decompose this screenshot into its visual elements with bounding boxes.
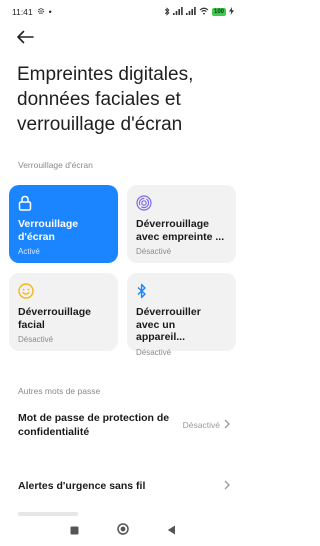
bluetooth-icon xyxy=(164,6,170,18)
card-status: Désactivé xyxy=(136,247,172,256)
square-icon xyxy=(70,522,79,540)
list-item-title: Alertes d'urgence sans fil xyxy=(18,480,146,492)
card-face-unlock[interactable]: Déverrouillage facial Désactivé xyxy=(9,273,118,351)
back-button[interactable] xyxy=(14,30,36,48)
back-nav-button[interactable] xyxy=(163,522,181,540)
home-button[interactable] xyxy=(114,522,132,540)
status-left: 11:41 • xyxy=(12,7,52,17)
list-item-value: Désactivé xyxy=(182,420,220,430)
bluetooth-icon xyxy=(136,283,227,299)
status-time: 11:41 xyxy=(12,7,33,17)
more-notifications-icon: • xyxy=(48,7,52,17)
status-right: 100 xyxy=(164,6,234,18)
list-item-privacy-password[interactable]: Mot de passe de protection de confidenti… xyxy=(18,410,230,440)
card-title: Déverrouillage facial xyxy=(18,306,91,331)
signal-icon-2 xyxy=(185,7,196,17)
card-status: Désactivé xyxy=(136,347,172,357)
list-item-title: Mot de passe de protection de confidenti… xyxy=(18,412,170,438)
circle-icon xyxy=(117,522,129,540)
triangle-back-icon xyxy=(167,522,176,540)
system-nav-bar xyxy=(0,516,246,546)
settings-icon xyxy=(37,7,45,17)
page-title: Empreintes digitales, données faciales e… xyxy=(17,64,194,135)
recents-button[interactable] xyxy=(65,522,83,540)
section-label-other-passwords: Autres mots de passe xyxy=(18,386,101,396)
chevron-right-icon xyxy=(224,480,230,492)
lock-icon xyxy=(18,195,109,211)
battery-indicator: 100 xyxy=(211,8,226,16)
status-bar: 11:41 • 100 xyxy=(0,0,246,24)
card-title: Déverrouillage avec empreinte ... xyxy=(136,218,225,243)
arrow-left-icon xyxy=(16,30,34,49)
card-fingerprint-unlock[interactable]: Déverrouillage avec empreinte ... Désact… xyxy=(127,185,236,263)
card-title: Déverrouiller avec un appareil... xyxy=(136,306,201,343)
card-title: Verrouillage d'écran xyxy=(18,218,79,243)
wifi-icon xyxy=(199,7,209,17)
card-status: Désactivé xyxy=(18,335,54,344)
list-item-emergency-alerts[interactable]: Alertes d'urgence sans fil xyxy=(18,476,230,496)
fingerprint-icon xyxy=(136,195,227,211)
section-label-screen-lock: Verrouillage d'écran xyxy=(18,160,93,170)
signal-icon xyxy=(172,7,183,17)
card-screen-lock[interactable]: Verrouillage d'écran Activé xyxy=(9,185,118,263)
charging-icon xyxy=(229,7,234,17)
chevron-right-icon xyxy=(224,419,230,431)
card-status: Activé xyxy=(18,247,40,256)
card-device-unlock[interactable]: Déverrouiller avec un appareil... Désact… xyxy=(127,273,236,357)
list-item-right xyxy=(224,480,230,492)
face-icon xyxy=(18,283,109,299)
list-item-right: Désactivé xyxy=(183,419,230,431)
